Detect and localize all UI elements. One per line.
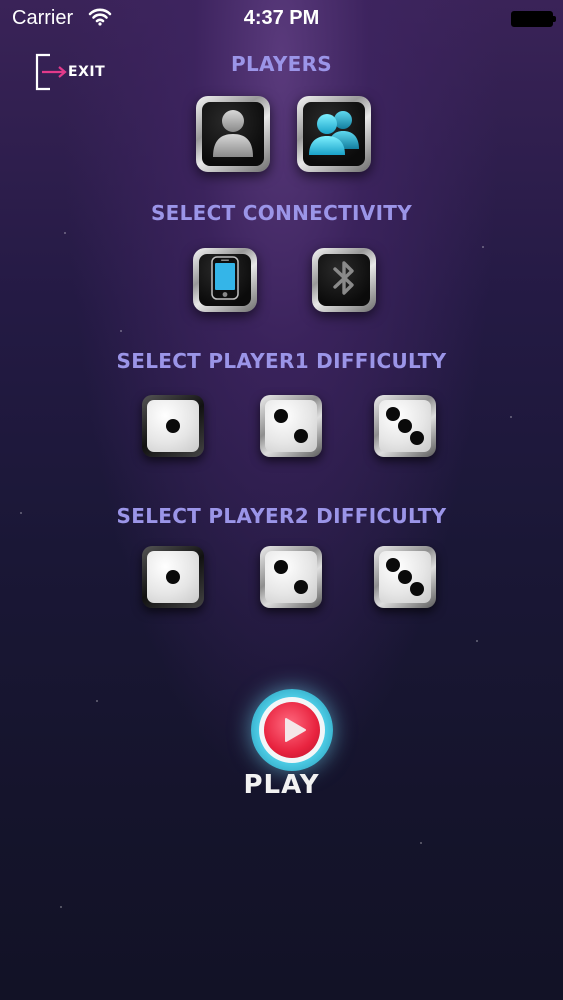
players-heading: PLAYERS xyxy=(230,52,333,76)
bluetooth-connectivity-button[interactable] xyxy=(312,248,376,312)
bluetooth-icon xyxy=(331,258,357,302)
star xyxy=(420,842,422,844)
die-three-icon xyxy=(379,551,431,603)
die-one-icon xyxy=(147,551,199,603)
die-two-icon xyxy=(265,400,317,452)
star xyxy=(510,416,512,418)
status-time: 4:37 PM xyxy=(243,7,320,29)
player1-difficulty-2-button[interactable] xyxy=(260,395,322,457)
battery-icon xyxy=(511,11,556,27)
star xyxy=(96,700,98,702)
status-bar: Carrier 4:37 PM xyxy=(0,0,563,40)
player2-difficulty-heading: SELECT PLAYER2 DIFFICULTY xyxy=(116,504,447,528)
two-players-icon xyxy=(308,109,360,159)
star xyxy=(120,330,122,332)
play-icon xyxy=(277,713,311,751)
single-player-icon xyxy=(211,107,255,161)
phone-connectivity-button[interactable] xyxy=(193,248,257,312)
die-one-icon xyxy=(147,400,199,452)
player1-difficulty-3-button[interactable] xyxy=(374,395,436,457)
die-three-icon xyxy=(379,400,431,452)
player1-difficulty-heading: SELECT PLAYER1 DIFFICULTY xyxy=(116,349,447,373)
star xyxy=(482,246,484,248)
play-label: PLAY xyxy=(243,770,320,800)
play-button[interactable] xyxy=(251,689,333,771)
connectivity-heading: SELECT CONNECTIVITY xyxy=(150,201,413,225)
player2-difficulty-3-button[interactable] xyxy=(374,546,436,608)
phone-icon xyxy=(211,256,239,304)
player1-difficulty-1-button[interactable] xyxy=(142,395,204,457)
two-players-button[interactable] xyxy=(297,96,371,172)
single-player-button[interactable] xyxy=(196,96,270,172)
player2-difficulty-2-button[interactable] xyxy=(260,546,322,608)
star xyxy=(64,232,66,234)
star xyxy=(476,640,478,642)
die-two-icon xyxy=(265,551,317,603)
star xyxy=(60,906,62,908)
player2-difficulty-1-button[interactable] xyxy=(142,546,204,608)
